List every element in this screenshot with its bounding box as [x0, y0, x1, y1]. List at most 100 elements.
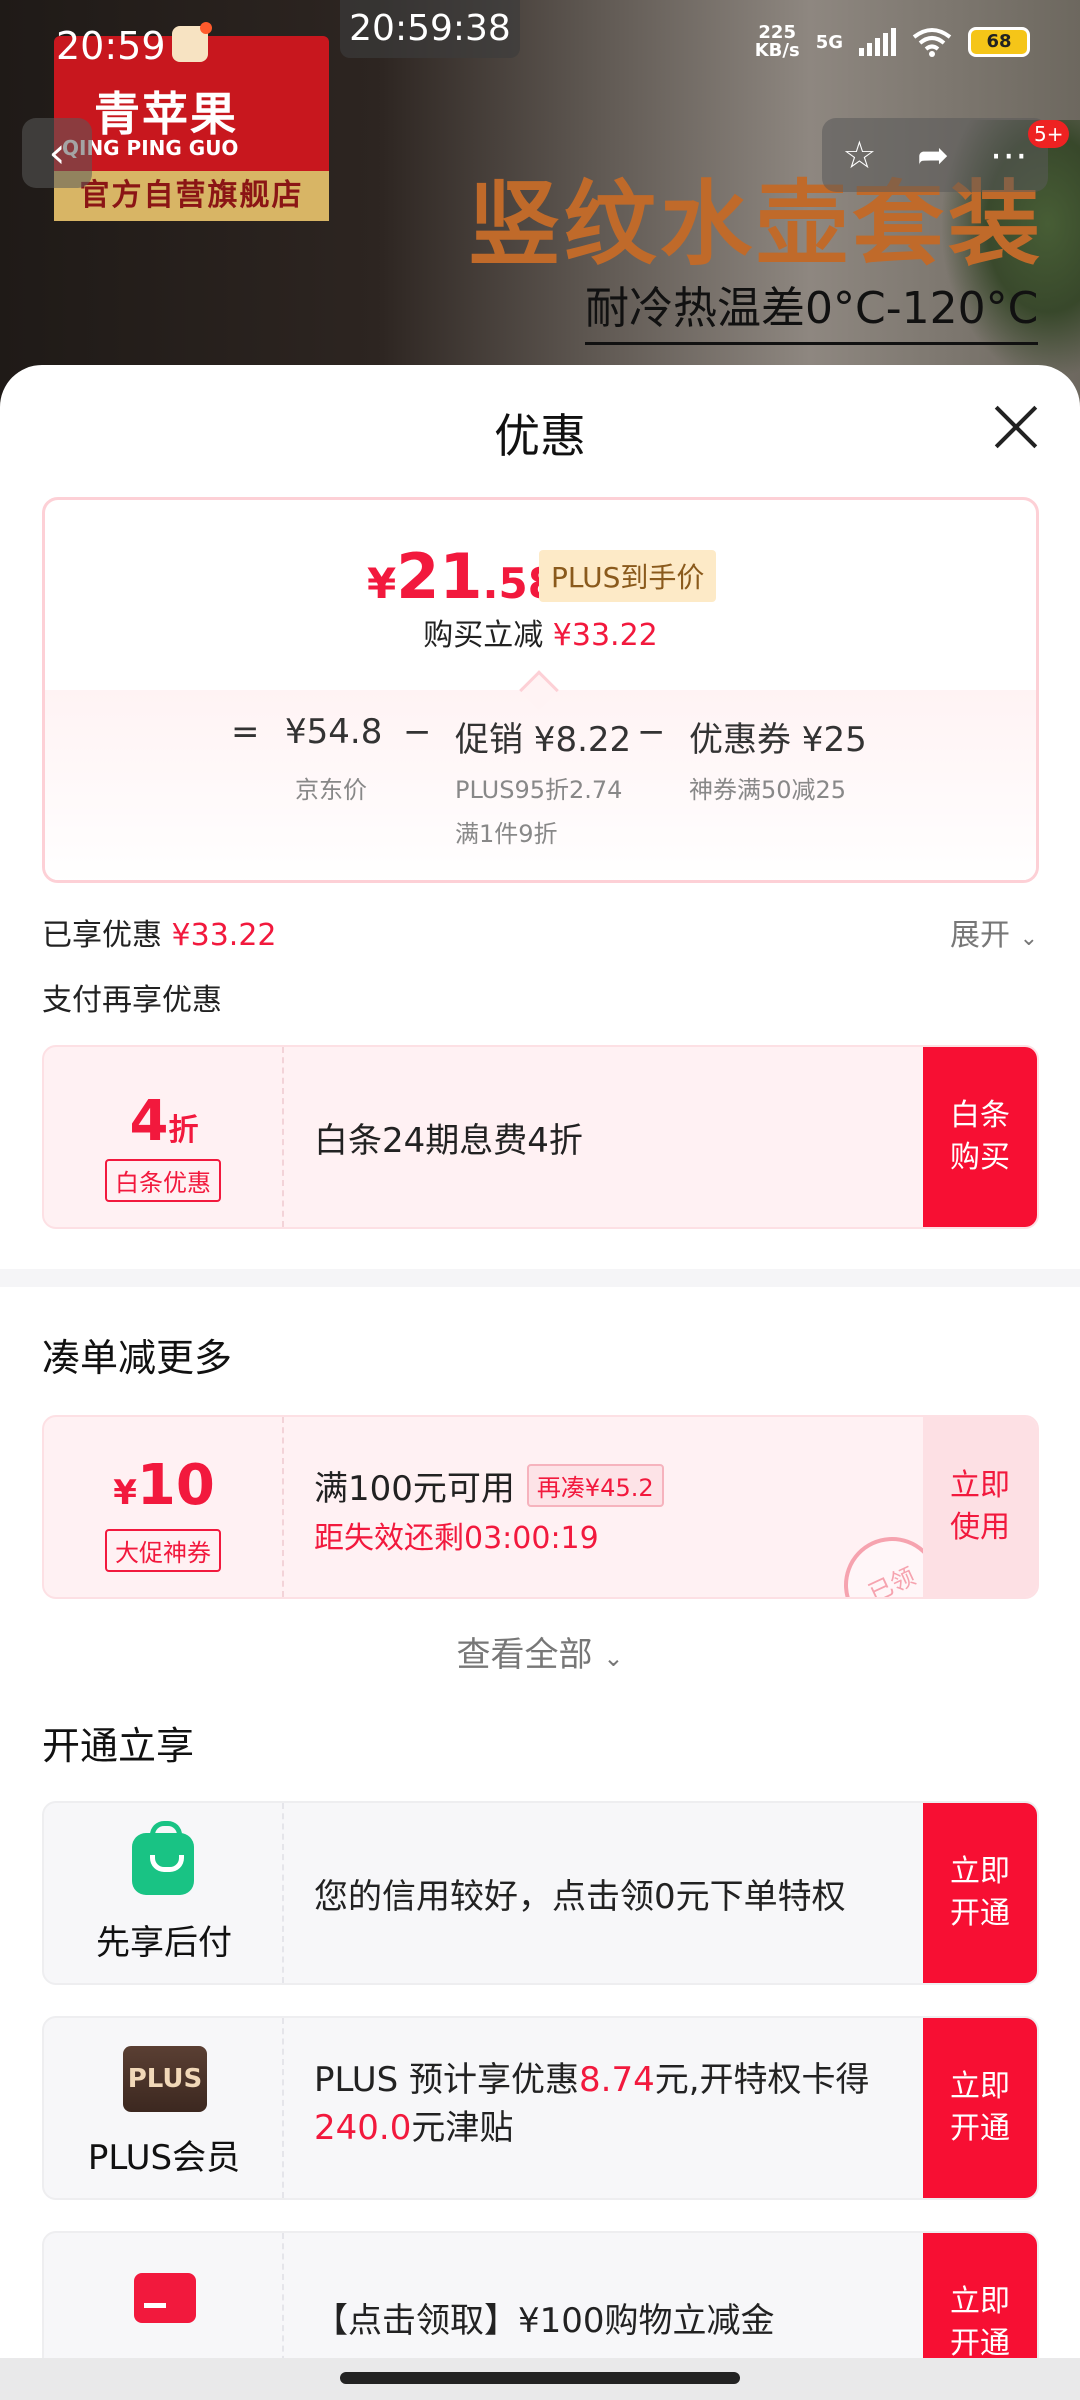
button-label: 开通: [950, 1896, 1010, 1931]
coupon-discount: 优惠券 ¥25: [689, 720, 867, 760]
network-type: 5G: [815, 31, 843, 53]
view-all-button[interactable]: 查看全部 ⌄: [0, 1627, 1080, 1676]
plus-badge-icon: PLUS: [123, 2046, 207, 2112]
credit-card-icon: [134, 2273, 196, 2323]
share-icon[interactable]: ➦: [917, 133, 949, 177]
final-price: ¥ 21 .58: [367, 540, 557, 613]
baitiao-offer-card[interactable]: 4折 白条优惠 白条24期息费4折 白条 购买: [42, 1045, 1039, 1229]
more-deals-title: 凑单减更多: [42, 1336, 233, 1380]
favorite-icon[interactable]: ☆: [842, 133, 876, 177]
pay-later-left: 先享后付: [44, 1803, 284, 1983]
button-label: 立即: [950, 1854, 1010, 1889]
plus-allowance-value: 240.0: [314, 2108, 412, 2148]
back-button[interactable]: ‹: [22, 118, 92, 188]
enjoyed-label: 已享优惠: [42, 918, 162, 953]
status-bar: 20:59 20:59:38 225 KB/s 5G 68: [0, 0, 1080, 90]
use-coupon-button[interactable]: 立即 使用: [923, 1417, 1037, 1597]
pay-more-title: 支付再享优惠: [42, 983, 222, 1018]
promo-detail: 满1件9折: [455, 820, 558, 848]
button-label: 立即: [950, 2284, 1010, 2319]
status-indicators: 225 KB/s 5G 68: [755, 24, 1030, 60]
network-speed: 225 KB/s: [755, 24, 800, 60]
baitiao-buy-button[interactable]: 白条 购买: [923, 1047, 1037, 1227]
coupon-condition-row: 满100元可用 再凑¥45.2: [314, 1461, 664, 1510]
discount-value: 4折: [44, 1089, 284, 1154]
button-label: 立即: [950, 2069, 1010, 2104]
coupon-amount: ¥10: [44, 1453, 284, 1518]
product-subtitle: 耐冷热温差0°C-120°C: [585, 272, 1039, 345]
clock-overlay: 20:59:38: [340, 0, 520, 58]
chevron-down-icon: ⌄: [1019, 926, 1038, 951]
baitiao-offer-text: 白条24期息费4折: [314, 1120, 583, 1161]
promo-detail: PLUS95折2.74: [455, 776, 623, 804]
expand-button[interactable]: 展开 ⌄: [950, 910, 1038, 954]
coupon-card[interactable]: ¥10 大促神券 满100元可用 再凑¥45.2 距失效还剩03:00:19 已…: [42, 1415, 1039, 1599]
discount-number: 4: [129, 1089, 169, 1154]
enjoyed-discount: 已享优惠 ¥33.22: [42, 910, 277, 954]
notification-app-icon: [172, 22, 212, 62]
promo-discount: 促销 ¥8.22: [455, 720, 632, 760]
activate-button[interactable]: 立即 开通: [923, 1803, 1037, 1983]
section-divider: [0, 1269, 1080, 1287]
plus-text: PLUS 预计享优惠: [314, 2060, 580, 2100]
baitiao-tag: 白条优惠: [105, 1159, 221, 1202]
offer-left-panel: 4折 白条优惠: [44, 1047, 284, 1227]
chevron-down-icon: ⌄: [603, 1644, 624, 1672]
buy-save-line: 购买立减 ¥33.22: [45, 610, 1036, 654]
more-icon[interactable]: ⋯: [990, 133, 1028, 177]
home-indicator[interactable]: [0, 2358, 1080, 2400]
signal-icon: [859, 28, 896, 56]
discount-unit: 折: [168, 1113, 199, 1148]
coupon-detail: 神券满50减25: [689, 776, 847, 804]
discount-sheet: 优惠 ¥ 21 .58 PLUS到手价 购买立减 ¥33.22 = ¥54.8 …: [0, 365, 1080, 2400]
view-all-label: 查看全部: [456, 1635, 593, 1675]
network-speed-unit: KB/s: [754, 40, 800, 61]
button-label: 购买: [950, 1140, 1010, 1175]
enjoyed-value: ¥33.22: [171, 918, 277, 953]
button-label: 立即: [950, 1468, 1010, 1503]
close-icon[interactable]: [994, 405, 1038, 449]
pay-later-card[interactable]: 先享后付 您的信用较好，点击领0元下单特权 立即 开通: [42, 1801, 1039, 1985]
shopping-bag-icon: [132, 1821, 194, 1895]
activate-button[interactable]: 立即 开通: [923, 2018, 1037, 2198]
message-badge: 5+: [1028, 120, 1070, 148]
expand-label: 展开: [950, 918, 1011, 953]
coupon-condition: 满100元可用: [314, 1469, 515, 1509]
jd-price: ¥54.8: [285, 712, 383, 752]
final-price-integer: 21: [396, 540, 483, 613]
coupon-left-panel: ¥10 大促神券: [44, 1417, 284, 1597]
plus-price-tag: PLUS到手价: [539, 550, 717, 602]
button-label: 使用: [950, 1510, 1010, 1545]
price-breakdown-card: ¥ 21 .58 PLUS到手价 购买立减 ¥33.22 = ¥54.8 京东价…: [42, 497, 1039, 883]
plus-member-label: PLUS会员: [87, 2138, 241, 2178]
pay-later-text: 您的信用较好，点击领0元下单特权: [314, 1876, 846, 1917]
button-label: 白条: [950, 1098, 1010, 1133]
coupon-currency: ¥: [113, 1473, 137, 1513]
buy-save-label: 购买立减: [423, 618, 544, 653]
button-label: 开通: [950, 2111, 1010, 2146]
open-now-title: 开通立享: [42, 1724, 195, 1768]
coupon-value: 10: [136, 1453, 215, 1518]
plus-text: 元津贴: [411, 2108, 514, 2148]
jd-price-label: 京东价: [295, 776, 367, 804]
shop-label: 官方自营旗舰店: [54, 171, 329, 221]
plus-member-card[interactable]: PLUS PLUS会员 PLUS 预计享优惠8.74元,开特权卡得 240.0元…: [42, 2016, 1039, 2200]
wifi-icon: [912, 28, 952, 57]
pay-later-label: 先享后付: [96, 1923, 232, 1963]
sheet-title: 优惠: [494, 409, 586, 463]
formula-minus: −: [637, 712, 666, 752]
final-price-currency: ¥: [367, 559, 397, 608]
plus-left: PLUS PLUS会员: [44, 2018, 284, 2198]
top-actions: ☆ ➦ ⋯: [822, 118, 1048, 192]
plus-saving-value: 8.74: [579, 2060, 655, 2100]
formula-equals: =: [231, 712, 260, 752]
plus-text: 元,开特权卡得: [654, 2060, 870, 2100]
plus-offer-text: PLUS 预计享优惠8.74元,开特权卡得 240.0元津贴: [314, 2056, 944, 2152]
coupon-countdown: 距失效还剩03:00:19: [314, 1521, 599, 1556]
coupon-tag: 大促神券: [105, 1529, 221, 1572]
status-time: 20:59: [56, 24, 166, 68]
add-more-tag[interactable]: 再凑¥45.2: [526, 1464, 664, 1507]
buy-save-value: ¥33.22: [552, 618, 658, 653]
formula-minus: −: [403, 712, 432, 752]
battery-icon: 68: [968, 27, 1030, 57]
